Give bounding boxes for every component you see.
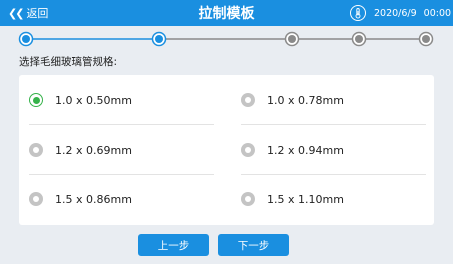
radio-icon <box>241 143 255 157</box>
options-panel: 1.0 x 0.50mm 1.0 x 0.78mm 1.2 x 0.69mm 1… <box>19 75 434 225</box>
divider <box>241 174 426 175</box>
radio-icon <box>241 93 255 107</box>
option-label: 1.0 x 0.78mm <box>267 93 344 107</box>
option-label: 1.5 x 1.10mm <box>267 192 344 206</box>
step-3 <box>284 31 300 47</box>
prev-step-button[interactable]: 上一步 <box>138 234 209 256</box>
thermometer-icon[interactable] <box>350 5 366 21</box>
divider <box>29 174 214 175</box>
step-2 <box>151 31 167 47</box>
datetime: 2020/6/9 00:00 <box>374 0 451 26</box>
option-label: 1.0 x 0.50mm <box>55 93 132 107</box>
radio-icon <box>29 143 43 157</box>
divider <box>29 124 214 125</box>
option-label: 1.5 x 0.86mm <box>55 192 132 206</box>
step-5 <box>418 31 434 47</box>
app-header: ❮❮ 返回 拉制模板 2020/6/9 00:00 <box>0 0 453 26</box>
option-1-5x1-10[interactable]: 1.5 x 1.10mm <box>241 176 426 222</box>
radio-icon <box>29 192 43 206</box>
option-label: 1.2 x 0.94mm <box>267 143 344 157</box>
next-step-button[interactable]: 下一步 <box>218 234 289 256</box>
radio-icon <box>29 93 43 107</box>
step-4 <box>351 31 367 47</box>
option-1-2x0-69[interactable]: 1.2 x 0.69mm <box>29 127 214 173</box>
date-text: 2020/6/9 <box>374 7 417 19</box>
step-1 <box>18 31 34 47</box>
option-1-0x0-78[interactable]: 1.0 x 0.78mm <box>241 77 426 123</box>
option-1-0x0-50[interactable]: 1.0 x 0.50mm <box>29 77 214 123</box>
option-1-2x0-94[interactable]: 1.2 x 0.94mm <box>241 127 426 173</box>
divider <box>241 124 426 125</box>
option-1-5x0-86[interactable]: 1.5 x 0.86mm <box>29 176 214 222</box>
form-label: 选择毛细玻璃管规格: <box>19 56 118 68</box>
radio-icon <box>241 192 255 206</box>
progress-stepper <box>18 31 434 47</box>
option-label: 1.2 x 0.69mm <box>55 143 132 157</box>
time-text: 00:00 <box>423 7 452 19</box>
